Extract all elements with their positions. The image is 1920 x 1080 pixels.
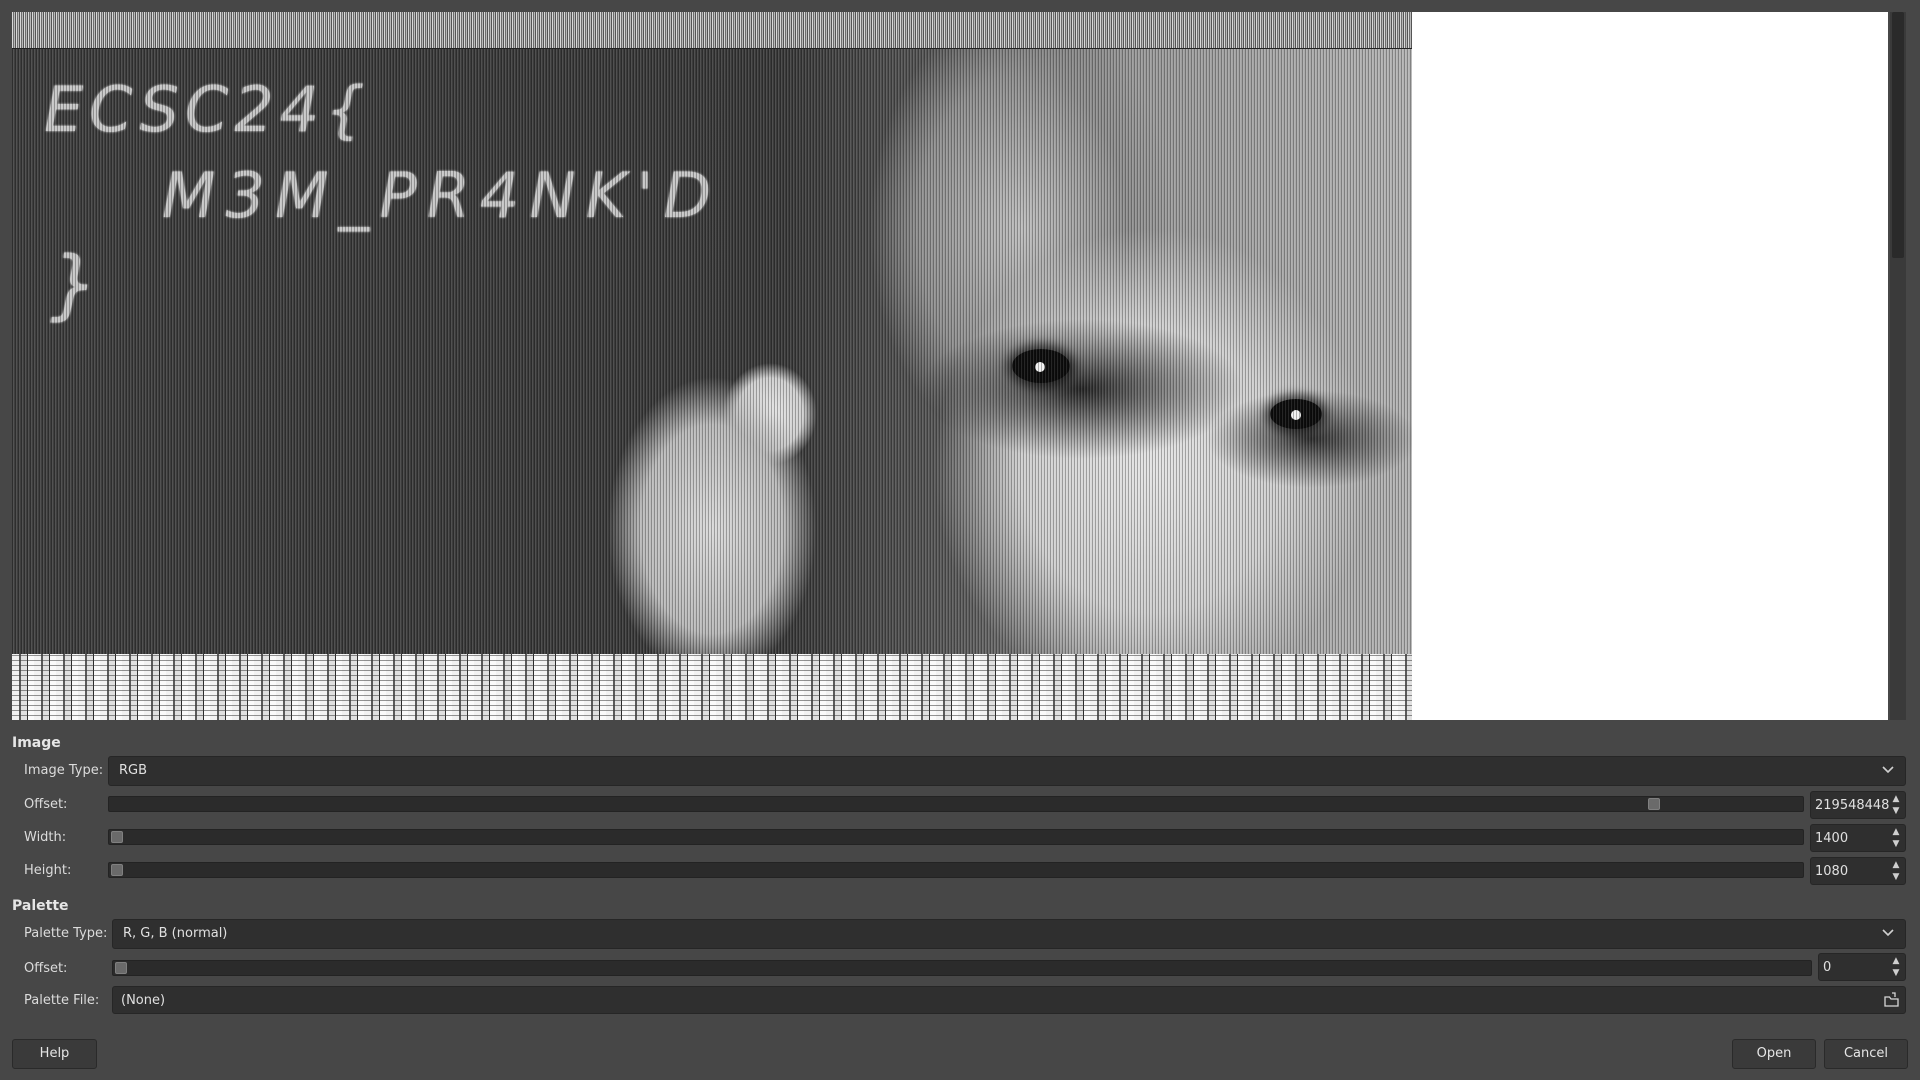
cancel-button[interactable]: Cancel: [1824, 1039, 1908, 1069]
folder-open-icon[interactable]: [1883, 991, 1901, 1009]
chevron-down-icon: [1881, 925, 1895, 943]
width-label: Width:: [24, 830, 67, 845]
chevron-down-icon: [1881, 762, 1895, 780]
arrow-up-icon[interactable]: ▲: [1893, 956, 1900, 966]
palette-type-label: Palette Type:: [24, 926, 108, 941]
arrow-up-icon[interactable]: ▲: [1893, 860, 1900, 870]
arrow-up-icon[interactable]: ▲: [1893, 827, 1900, 837]
width-slider[interactable]: [108, 829, 1804, 845]
height-spinbox[interactable]: 1080 ▲ ▼: [1810, 857, 1906, 885]
palette-offset-value[interactable]: 0: [1823, 960, 1831, 975]
height-label: Height:: [24, 863, 72, 878]
offset-slider-knob[interactable]: [1648, 798, 1661, 810]
arrow-down-icon[interactable]: ▼: [1893, 968, 1900, 978]
image-type-label: Image Type:: [24, 763, 104, 778]
offset-value[interactable]: 219548448: [1815, 798, 1889, 813]
arrow-down-icon[interactable]: ▼: [1893, 839, 1900, 849]
offset-label: Offset:: [24, 797, 68, 812]
arrow-down-icon[interactable]: ▼: [1893, 806, 1900, 816]
palette-file-value: (None): [121, 993, 166, 1008]
palette-type-value: R, G, B (normal): [123, 926, 228, 941]
height-slider-knob[interactable]: [111, 864, 123, 876]
height-slider[interactable]: [108, 862, 1804, 878]
preview-eye-right: [1270, 399, 1322, 429]
image-section-title: Image: [12, 735, 61, 751]
spin-arrows[interactable]: ▲ ▼: [1889, 826, 1903, 850]
width-value[interactable]: 1400: [1815, 831, 1848, 846]
palette-section-title: Palette: [12, 898, 69, 914]
preview-eye-left: [1012, 349, 1070, 383]
width-spinbox[interactable]: 1400 ▲ ▼: [1810, 824, 1906, 852]
palette-file-chooser[interactable]: (None): [112, 986, 1906, 1014]
image-type-value: RGB: [119, 763, 148, 778]
image-type-combo[interactable]: RGB: [108, 756, 1906, 786]
palette-file-label: Palette File:: [24, 993, 100, 1008]
preview-chalk-line3: }: [50, 239, 105, 328]
palette-offset-spinbox[interactable]: 0 ▲ ▼: [1818, 953, 1906, 981]
width-slider-knob[interactable]: [111, 831, 123, 843]
preview-chalk-line1: ECSC24{: [44, 73, 371, 146]
image-preview: ECSC24{ M3M_PR4NK'D }: [12, 12, 1888, 720]
open-button[interactable]: Open: [1732, 1039, 1816, 1069]
spin-arrows[interactable]: ▲ ▼: [1889, 955, 1903, 979]
raw-image-import-dialog: ECSC24{ M3M_PR4NK'D } Image Image Type: …: [0, 0, 1920, 1080]
spin-arrows[interactable]: ▲ ▼: [1889, 793, 1903, 817]
height-value[interactable]: 1080: [1815, 864, 1848, 879]
arrow-down-icon[interactable]: ▼: [1893, 872, 1900, 882]
help-button[interactable]: Help: [12, 1039, 97, 1069]
offset-slider[interactable]: [108, 796, 1804, 812]
palette-type-combo[interactable]: R, G, B (normal): [112, 919, 1906, 949]
preview-scrollbar[interactable]: [1890, 12, 1906, 720]
preview-chalk-line2: M3M_PR4NK'D: [162, 159, 722, 232]
preview-noise-bottom: [12, 654, 1412, 720]
preview-scrollbar-thumb[interactable]: [1892, 12, 1904, 258]
offset-spinbox[interactable]: 219548448 ▲ ▼: [1810, 791, 1906, 819]
palette-offset-slider-knob[interactable]: [115, 962, 127, 974]
palette-offset-label: Offset:: [24, 961, 68, 976]
preview-noise-top: [12, 12, 1412, 49]
arrow-up-icon[interactable]: ▲: [1893, 794, 1900, 804]
palette-offset-slider[interactable]: [112, 960, 1812, 976]
spin-arrows[interactable]: ▲ ▼: [1889, 859, 1903, 883]
preview-image: ECSC24{ M3M_PR4NK'D }: [12, 12, 1412, 720]
preview-photo: ECSC24{ M3M_PR4NK'D }: [12, 49, 1412, 654]
